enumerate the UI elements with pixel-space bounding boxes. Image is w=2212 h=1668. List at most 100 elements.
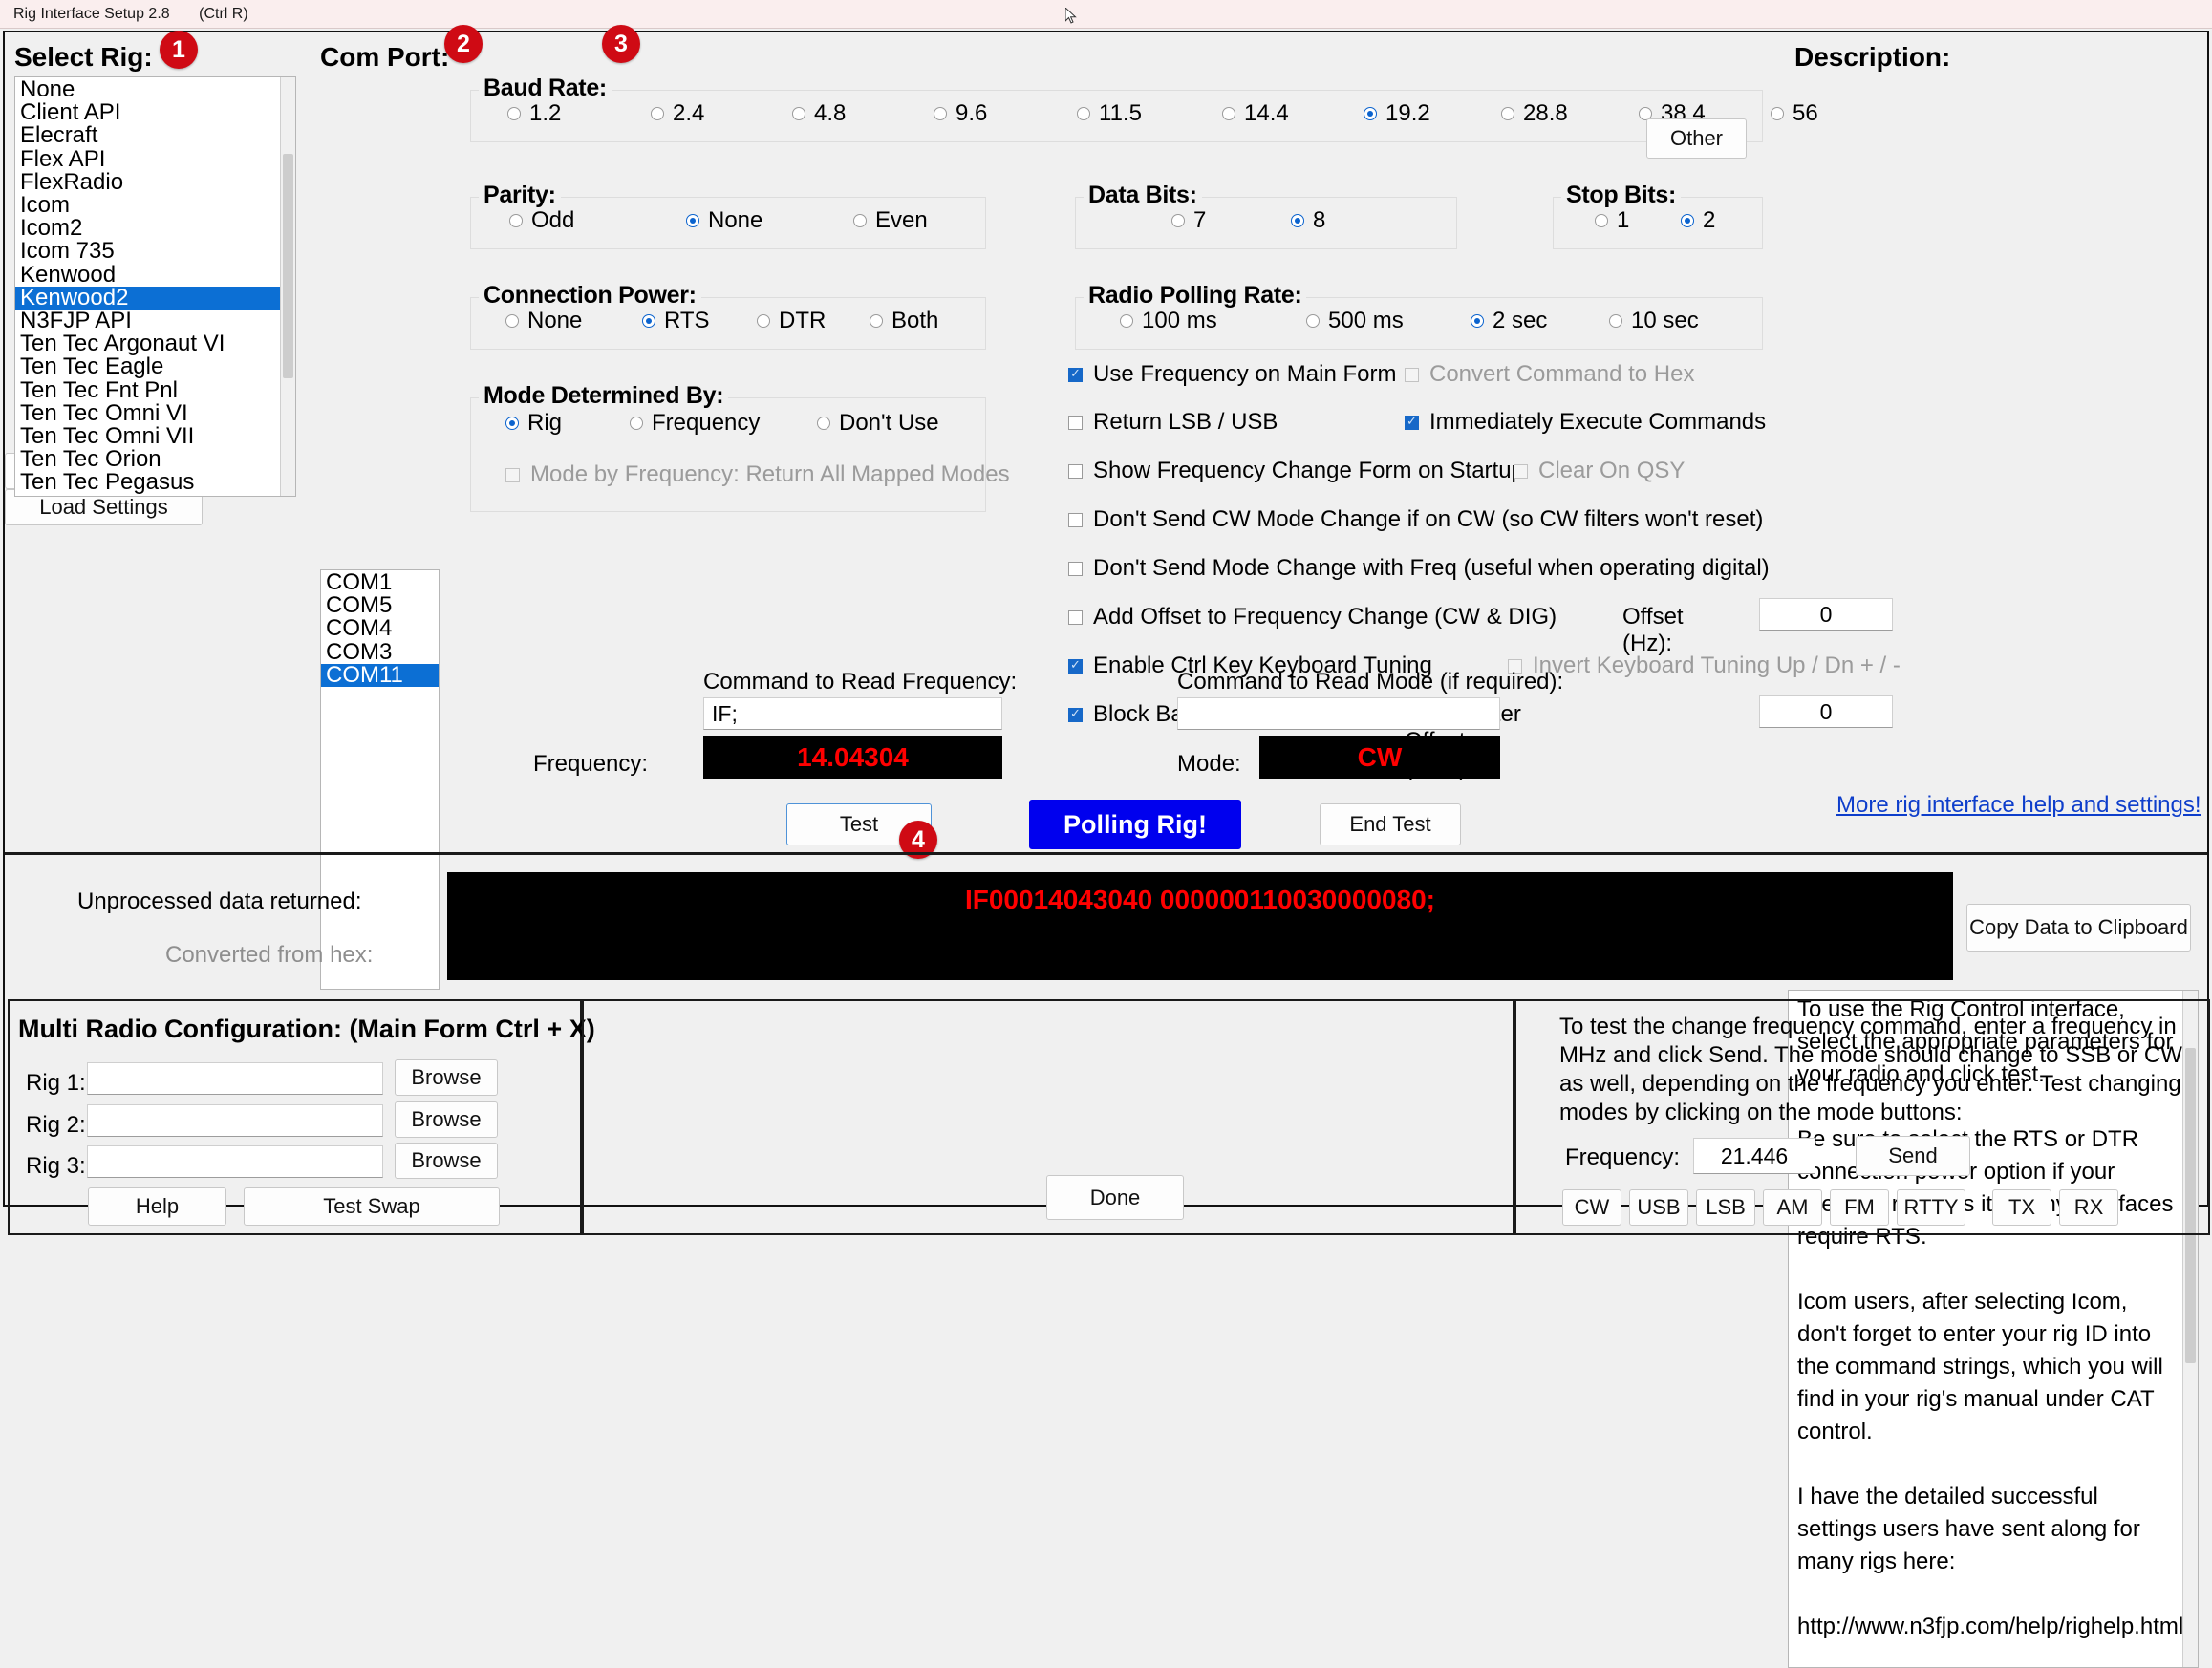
list-item[interactable]: Flex API	[15, 147, 280, 171]
baud-option-11-5[interactable]: 11.5	[1077, 100, 1222, 127]
list-item[interactable]: None	[15, 77, 280, 101]
baud-option-4-8[interactable]: 4.8	[792, 100, 934, 127]
rig3-browse-button[interactable]: Browse	[395, 1143, 498, 1179]
baud-option-9-6[interactable]: 9.6	[934, 100, 1077, 127]
list-item[interactable]: Ten Tec Argonaut VI	[15, 332, 280, 355]
baud-option-1-2[interactable]: 1.2	[507, 100, 651, 127]
option-convert-command-to-hex[interactable]: Convert Command to Hex	[1405, 361, 1694, 388]
stop-bits-option-2[interactable]: 2	[1681, 207, 1715, 234]
list-item[interactable]: FlexRadio	[15, 170, 280, 194]
option-immediately-execute-commands[interactable]: Immediately Execute Commands	[1405, 409, 1766, 436]
copy-data-to-clipboard-button[interactable]: Copy Data to Clipboard	[1966, 904, 2191, 952]
baud-option-2-4[interactable]: 2.4	[651, 100, 792, 127]
checkbox-box	[505, 467, 520, 482]
polling-option-100ms[interactable]: 100 ms	[1120, 308, 1306, 334]
send-button[interactable]: Send	[1856, 1136, 1970, 1176]
rig2-browse-button[interactable]: Browse	[395, 1101, 498, 1138]
com-port-label: Com Port:	[320, 42, 450, 72]
list-item[interactable]: Ten Tec Pegasus	[15, 471, 280, 494]
stop-bits-option-1[interactable]: 1	[1595, 207, 1681, 234]
rig2-path-input[interactable]	[87, 1104, 383, 1137]
list-item[interactable]: Elecraft	[15, 124, 280, 147]
list-item[interactable]: COM4	[321, 617, 439, 640]
mode-button-rtty[interactable]: RTTY	[1897, 1189, 1965, 1226]
polling-rig-status-button[interactable]: Polling Rig!	[1029, 800, 1241, 849]
command-read-mode-input[interactable]	[1177, 697, 1500, 730]
select-rig-listbox[interactable]: None Client API Elecraft Flex API FlexRa…	[14, 76, 296, 497]
connection-power-option-dtr[interactable]: DTR	[757, 308, 870, 334]
parity-option-even[interactable]: Even	[853, 207, 928, 234]
radio-dot	[1595, 214, 1608, 227]
mode-button-fm[interactable]: FM	[1830, 1189, 1889, 1226]
list-item[interactable]: Client API	[15, 101, 280, 124]
list-item[interactable]: Icom 735	[15, 240, 280, 263]
polling-option-2sec[interactable]: 2 sec	[1471, 308, 1609, 334]
mode-by-frequency-return-all-checkbox[interactable]: Mode by Frequency: Return All Mapped Mod…	[505, 461, 1010, 488]
rx-button[interactable]: RX	[2059, 1189, 2118, 1226]
option-add-offset-to-frequency-change[interactable]: Add Offset to Frequency Change (CW & DIG…	[1068, 604, 1557, 631]
baud-other-button[interactable]: Other	[1646, 118, 1747, 159]
list-item[interactable]: Ten Tec Orion	[15, 448, 280, 471]
connection-power-option-none[interactable]: None	[505, 308, 642, 334]
offset-hz-input[interactable]: 0	[1759, 598, 1893, 631]
list-item-selected[interactable]: Kenwood2	[15, 286, 280, 310]
mode-by-frequency[interactable]: Frequency	[630, 410, 817, 437]
list-item[interactable]: Icom	[15, 193, 280, 217]
list-item[interactable]: Icom2	[15, 217, 280, 240]
com-port-listbox[interactable]: COM1 COM5 COM4 COM3 COM11	[320, 569, 440, 990]
option-dont-send-cw-mode-change[interactable]: Don't Send CW Mode Change if on CW (so C…	[1068, 506, 1763, 533]
scrollbar-thumb[interactable]	[283, 154, 293, 378]
rig1-browse-button[interactable]: Browse	[395, 1059, 498, 1096]
parity-option-none[interactable]: None	[686, 207, 853, 234]
mode-button-am[interactable]: AM	[1763, 1189, 1822, 1226]
radio-dot	[870, 314, 883, 328]
select-rig-scrollbar[interactable]	[280, 77, 295, 496]
section-divider	[5, 852, 2207, 855]
rig3-path-input[interactable]	[87, 1145, 383, 1178]
option-clear-on-qsy[interactable]: Clear On QSY	[1514, 458, 1685, 484]
transverter-offset-input[interactable]: 0	[1759, 695, 1893, 728]
baud-option-19-2[interactable]: 19.2	[1364, 100, 1501, 127]
list-item[interactable]: Ten Tec Omni VII	[15, 424, 280, 448]
option-invert-keyboard-tuning[interactable]: Invert Keyboard Tuning Up / Dn + / -	[1508, 652, 1901, 679]
list-item[interactable]: N3FJP API	[15, 309, 280, 332]
list-item[interactable]: Yaesu - Older	[15, 494, 280, 496]
list-item[interactable]: COM3	[321, 640, 439, 664]
rig1-path-input[interactable]	[87, 1062, 383, 1095]
option-show-frequency-change-form-on-startup[interactable]: Show Frequency Change Form on Startup	[1068, 458, 1524, 484]
mode-button-usb[interactable]: USB	[1629, 1189, 1688, 1226]
list-item[interactable]: COM5	[321, 594, 439, 617]
baud-option-28-8[interactable]: 28.8	[1501, 100, 1639, 127]
end-test-button[interactable]: End Test	[1320, 803, 1461, 845]
option-use-frequency-on-main-form[interactable]: Use Frequency on Main Form	[1068, 361, 1396, 388]
polling-option-10sec[interactable]: 10 sec	[1609, 308, 1699, 334]
test-swap-button[interactable]: Test Swap	[244, 1187, 500, 1226]
tx-button[interactable]: TX	[1992, 1189, 2051, 1226]
parity-option-odd[interactable]: Odd	[509, 207, 686, 234]
data-bits-option-7[interactable]: 7	[1171, 207, 1291, 234]
mode-button-row: CW USB LSB AM FM RTTY TX RX	[1562, 1189, 2118, 1226]
list-item[interactable]: Kenwood	[15, 263, 280, 287]
data-bits-option-8[interactable]: 8	[1291, 207, 1325, 234]
test-frequency-input[interactable]: 21.446	[1693, 1138, 1815, 1174]
mode-by-rig[interactable]: Rig	[505, 410, 630, 437]
command-read-frequency-input[interactable]: IF;	[703, 697, 1002, 730]
option-return-lsb-usb[interactable]: Return LSB / USB	[1068, 409, 1278, 436]
polling-option-500ms[interactable]: 500 ms	[1306, 308, 1471, 334]
mode-button-lsb[interactable]: LSB	[1696, 1189, 1755, 1226]
baud-option-56[interactable]: 56	[1771, 100, 1866, 127]
connection-power-option-both[interactable]: Both	[870, 308, 938, 334]
mode-by-dont-use[interactable]: Don't Use	[817, 410, 939, 437]
multi-radio-help-button[interactable]: Help	[88, 1187, 226, 1226]
list-item[interactable]: Ten Tec Omni VI	[15, 401, 280, 425]
list-item[interactable]: COM1	[321, 570, 439, 594]
connection-power-option-rts[interactable]: RTS	[642, 308, 757, 334]
more-rig-help-link[interactable]: More rig interface help and settings!	[1836, 792, 2201, 819]
baud-option-14-4[interactable]: 14.4	[1222, 100, 1364, 127]
list-item[interactable]: Ten Tec Fnt Pnl	[15, 378, 280, 402]
mode-button-cw[interactable]: CW	[1562, 1189, 1621, 1226]
list-item-selected[interactable]: COM11	[321, 663, 439, 688]
done-button[interactable]: Done	[1046, 1175, 1184, 1220]
list-item[interactable]: Ten Tec Eagle	[15, 355, 280, 378]
option-dont-send-mode-change-with-freq[interactable]: Don't Send Mode Change with Freq (useful…	[1068, 555, 1770, 582]
